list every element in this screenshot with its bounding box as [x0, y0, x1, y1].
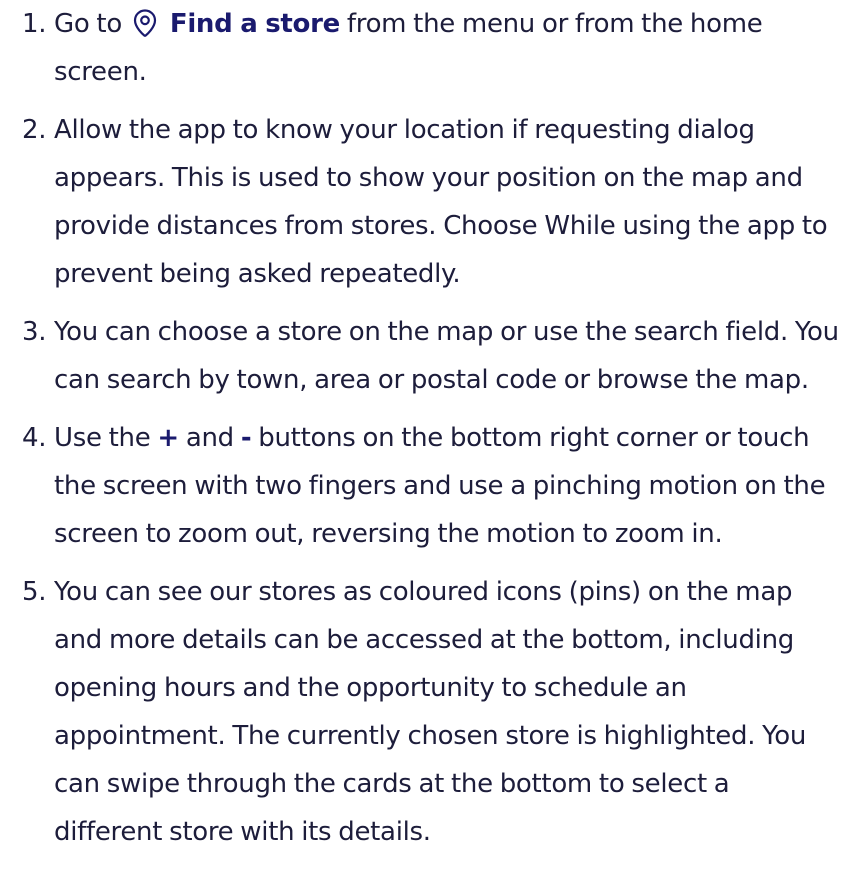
step-number: 5.: [22, 577, 47, 607]
step-5: 5. You can see our stores as coloured ic…: [0, 568, 852, 856]
step-1: 1. Go to Find a store from the menu or f…: [0, 0, 852, 96]
step-1-pre-text: Go to: [54, 9, 122, 39]
instruction-list: 1. Go to Find a store from the menu or f…: [0, 0, 852, 866]
step-1-post-text: from the menu or from the home screen.: [54, 9, 763, 87]
minus-symbol: -: [240, 423, 252, 453]
step-5-text: You can see our stores as coloured icons…: [54, 577, 807, 847]
step-4-pre-text: Use the: [54, 423, 151, 453]
step-number: 3.: [22, 317, 47, 347]
step-4-mid-text: and: [185, 423, 234, 453]
step-4: 4. Use the + and - buttons on the bottom…: [0, 414, 852, 558]
step-2-text: Allow the app to know your location if r…: [54, 115, 828, 289]
step-number: 1.: [22, 9, 47, 39]
step-2: 2. Allow the app to know your location i…: [0, 106, 852, 298]
location-pin-icon: [131, 8, 159, 38]
step-3-text: You can choose a store on the map or use…: [54, 317, 839, 395]
step-number: 4.: [22, 423, 47, 453]
plus-symbol: +: [157, 423, 179, 453]
find-a-store-link[interactable]: Find a store: [170, 9, 340, 39]
step-3: 3. You can choose a store on the map or …: [0, 308, 852, 404]
step-number: 2.: [22, 115, 47, 145]
